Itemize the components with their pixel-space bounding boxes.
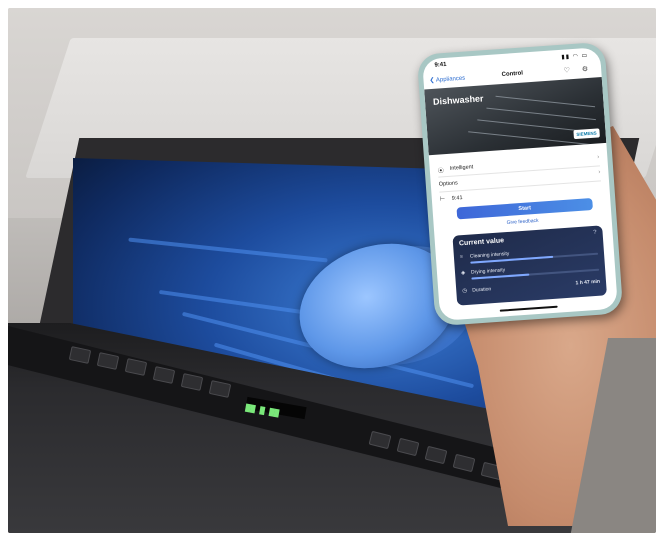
rack-line [486, 107, 596, 121]
brand-logo: SIEMENS [573, 128, 600, 140]
current-value-card: Current value ? ≈ Cleaning intensity ◈ D… [452, 225, 607, 306]
duration-label: Duration [472, 286, 492, 294]
duration-value: 1 h 47 min [575, 278, 601, 287]
rack-line [495, 95, 596, 108]
current-value-title: Current value [458, 237, 505, 248]
nav-action-icons[interactable]: ♡ ⚙ [563, 65, 593, 75]
status-icons: ▮▮ ◠ ▭ [561, 52, 589, 61]
program-label: Intelligent [449, 164, 474, 172]
program-icon: ⦿ [437, 168, 445, 175]
timer-icon: ⊢ [439, 196, 446, 203]
chevron-right-icon: › [598, 169, 601, 176]
photo: ▇▇ ▇ ▇▇ 9:41 ▮▮ ◠ ▭ ❮ Appliances Control… [8, 8, 656, 533]
smartphone: 9:41 ▮▮ ◠ ▭ ❮ Appliances Control ♡ ⚙ Dis… [416, 41, 624, 327]
options-label: Options [438, 180, 458, 188]
status-time: 9:41 [434, 61, 447, 69]
home-indicator [499, 305, 558, 312]
help-icon[interactable]: ? [593, 230, 597, 236]
phone-screen: 9:41 ▮▮ ◠ ▭ ❮ Appliances Control ♡ ⚙ Dis… [422, 47, 618, 321]
clock-icon: ◷ [462, 287, 468, 295]
appliance-title: Dishwasher [432, 93, 484, 107]
appliance-hero: Dishwasher SIEMENS [424, 77, 607, 156]
drying-intensity-label: Drying intensity [470, 267, 506, 276]
finish-time-label: 9:41 [451, 195, 463, 202]
drying-icon: ◈ [460, 270, 466, 277]
chevron-right-icon: › [597, 154, 600, 161]
cleaning-icon: ≈ [459, 254, 464, 261]
